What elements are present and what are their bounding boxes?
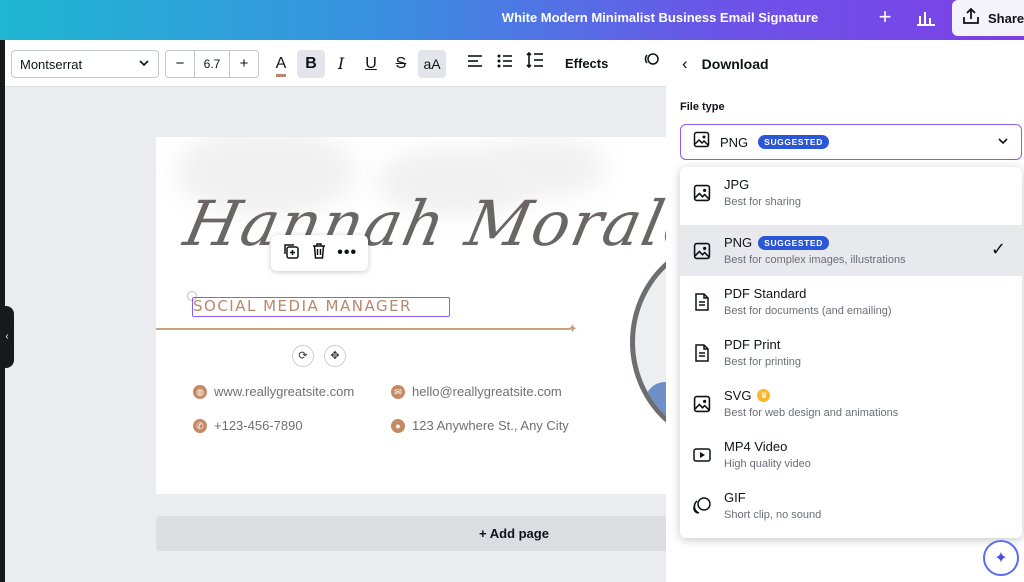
option-name-text: PNG [724, 235, 753, 250]
rotate-icon[interactable]: ⟳ [292, 345, 314, 367]
text-color-button[interactable]: A [267, 50, 295, 78]
option-name: MP4 Video [724, 439, 788, 454]
underline-button[interactable]: U [357, 50, 385, 78]
option-name: JPG [724, 177, 750, 192]
checkmark-icon: ✓ [990, 239, 1006, 259]
option-description: Best for printing [724, 356, 802, 368]
image-icon [680, 184, 724, 202]
address-text: 123 Anywhere St., Any City [412, 418, 569, 433]
more-options-icon[interactable]: ••• [337, 244, 357, 262]
option-name: SVG ♛ [724, 388, 898, 403]
option-name: PDF Standard [724, 286, 807, 301]
animate-icon[interactable] [637, 50, 665, 78]
file-type-value: PNG [720, 134, 749, 150]
crown-icon: ♛ [757, 389, 771, 402]
trash-icon[interactable] [310, 242, 328, 265]
chevron-down-icon [997, 135, 1009, 150]
document-icon [680, 292, 724, 311]
option-jpg[interactable]: JPG Best for sharing [680, 167, 1022, 218]
bold-button[interactable]: B [297, 50, 325, 78]
contact-address: ● 123 Anywhere St., Any City [391, 418, 569, 433]
mail-icon: ✉ [391, 384, 405, 399]
align-left-icon[interactable] [461, 50, 489, 78]
option-png[interactable]: PNG SUGGESTED Best for complex images, ill… [680, 225, 1022, 276]
chevron-down-icon [138, 57, 150, 72]
text-toolbar: Montserrat − 6.7 + A B I U S aA Effects [5, 40, 666, 87]
top-bar: White Modern Minimalist Business Email S… [0, 0, 1024, 40]
sparkle-icon: ✦ [994, 550, 1008, 567]
option-description: Best for documents (and emailing) [724, 305, 892, 317]
move-icon[interactable]: ✥ [324, 345, 346, 367]
option-pdf-print[interactable]: PDF Print Best for printing [680, 327, 1022, 378]
collapse-panel-handle[interactable]: ‹ [0, 306, 14, 368]
option-mp4[interactable]: MP4 Video High quality video [680, 429, 1022, 480]
bar-chart-icon[interactable] [914, 6, 940, 30]
option-name-text: SVG [724, 388, 752, 403]
font-size-stepper: − 6.7 + [165, 50, 259, 78]
location-pin-icon: ● [391, 418, 405, 433]
plus-icon[interactable]: + [874, 6, 896, 30]
share-button[interactable]: Share [952, 0, 1024, 36]
effects-button[interactable]: Effects [565, 50, 608, 78]
bullet-list-icon[interactable] [491, 50, 519, 78]
element-context-menu: ••• [271, 235, 368, 271]
contact-phone: ✆ +123-456-7890 [193, 418, 303, 433]
back-arrow-icon[interactable]: ‹ [682, 54, 688, 74]
phone-icon: ✆ [193, 418, 207, 433]
design-title[interactable]: White Modern Minimalist Business Email S… [480, 0, 840, 36]
magic-sparkle-button[interactable]: ✦ [983, 540, 1019, 576]
video-icon [680, 447, 724, 463]
file-type-options: JPG Best for sharing PNG SUGGESTED Best for… [680, 167, 1022, 538]
file-type-label: File type [680, 101, 725, 113]
option-name: PNG SUGGESTED [724, 235, 906, 250]
image-icon [693, 131, 710, 153]
font-size-input[interactable]: 6.7 [194, 51, 230, 77]
option-description: Best for web design and animations [724, 407, 899, 419]
image-icon [680, 395, 724, 413]
share-label: Share [988, 10, 1024, 26]
increase-size-button[interactable]: + [230, 51, 258, 77]
font-family-dropdown[interactable]: Montserrat [11, 50, 159, 78]
option-description: High quality video [724, 458, 811, 470]
website-text: www.reallygreatsite.com [214, 384, 355, 399]
italic-button[interactable]: I [327, 50, 355, 78]
contact-website: ◍ www.reallygreatsite.com [193, 384, 354, 399]
panel-title: Download [701, 56, 769, 72]
divider-line [156, 328, 570, 330]
suggested-badge: SUGGESTED [758, 235, 829, 250]
option-description: Best for complex images, illustrations [724, 254, 906, 266]
globe-icon: ◍ [193, 384, 207, 399]
option-pdf-standard[interactable]: PDF Standard Best for documents (and emai… [680, 276, 1022, 327]
letter-case-button[interactable]: aA [418, 50, 446, 78]
suggested-badge: SUGGESTED [758, 135, 829, 149]
option-description: Short clip, no sound [724, 509, 822, 521]
file-type-dropdown[interactable]: PNG SUGGESTED [680, 124, 1022, 160]
upload-icon [962, 7, 980, 30]
option-description: Best for sharing [724, 196, 802, 208]
gif-icon [680, 496, 724, 516]
contact-email: ✉ hello@reallygreatsite.com [391, 384, 562, 399]
option-svg[interactable]: SVG ♛ Best for web design and animations [680, 378, 1022, 429]
phone-text: +123-456-7890 [214, 418, 303, 433]
signature-name[interactable]: Hannah Morales [178, 187, 745, 260]
decrease-size-button[interactable]: − [166, 51, 194, 77]
font-family-value: Montserrat [20, 56, 83, 72]
option-gif[interactable]: GIF Short clip, no sound [680, 480, 1022, 531]
job-title-textbox[interactable]: SOCIAL MEDIA MANAGER [192, 297, 450, 317]
sparkle-icon: ✦ [567, 321, 578, 336]
line-spacing-icon[interactable] [521, 50, 549, 78]
email-text: hello@reallygreatsite.com [412, 384, 562, 399]
panel-header: ‹ Download [682, 54, 769, 74]
option-name: GIF [724, 490, 746, 505]
text-color-icon: A [275, 54, 287, 77]
document-icon [680, 343, 724, 362]
image-icon [680, 242, 724, 260]
duplicate-icon[interactable] [282, 242, 300, 265]
strikethrough-button[interactable]: S [387, 50, 415, 78]
option-name: PDF Print [724, 337, 781, 352]
